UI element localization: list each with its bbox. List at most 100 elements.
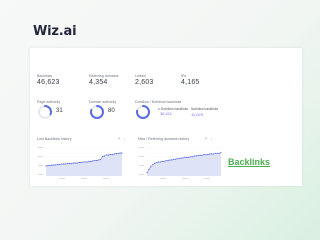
- data-point: [146, 172, 148, 174]
- data-point: [94, 159, 96, 162]
- data-point: [195, 155, 197, 157]
- data-point: [163, 160, 165, 162]
- data-point: [184, 156, 186, 158]
- data-point: [182, 157, 184, 159]
- data-point: [216, 152, 218, 154]
- data-point: [111, 153, 113, 156]
- data-point: [109, 153, 111, 156]
- data-point: [209, 153, 211, 155]
- data-point: [101, 155, 104, 158]
- data-point: [174, 158, 177, 160]
- data-point: [80, 161, 82, 164]
- data-point: [171, 159, 173, 161]
- data-point: [167, 160, 169, 162]
- data-point: [62, 163, 65, 165]
- data-point: [117, 152, 119, 155]
- data-point: [203, 154, 205, 156]
- legend-nofollow: Nofollow backlinks: [191, 107, 218, 111]
- y-tick-mark: [139, 165, 144, 166]
- chart-title-lost-backlinks: Lost Backlinks history: [37, 137, 72, 141]
- data-point: [205, 154, 207, 156]
- data-point: [113, 153, 115, 155]
- legend-value: 36,411: [160, 111, 172, 116]
- data-point: [60, 163, 63, 165]
- data-point: [49, 164, 51, 167]
- y-tick-mark: [38, 174, 43, 175]
- data-point: [197, 154, 199, 156]
- chart-toolbar-icon[interactable]: ↗ ↓: [117, 136, 126, 141]
- data-point: [96, 159, 98, 162]
- page-authority-gauge: [38, 105, 52, 119]
- data-point: [74, 162, 76, 164]
- y-tick-mark: [139, 156, 144, 157]
- data-point: [55, 164, 57, 166]
- data-point: [212, 153, 215, 155]
- data-point: [148, 168, 150, 170]
- data-point: [201, 154, 203, 156]
- gauge-value-page-authority: 31: [56, 108, 63, 114]
- stat-label: IPs: [181, 74, 187, 78]
- data-point: [57, 163, 59, 166]
- data-point: [103, 155, 106, 157]
- data-point: [186, 156, 188, 158]
- brand-logo: Wiz.ai: [33, 24, 77, 39]
- data-point: [190, 156, 192, 158]
- data-point: [51, 164, 53, 166]
- lost-backlinks-chart: [38, 147, 123, 179]
- data-point: [199, 154, 201, 156]
- x-tick-mark: [59, 178, 65, 179]
- domain-authority-gauge: [90, 105, 104, 119]
- x-tick-mark: [103, 178, 109, 179]
- data-point: [88, 160, 90, 163]
- data-point: [121, 152, 123, 154]
- data-point: [150, 166, 152, 168]
- data-point: [90, 160, 92, 163]
- series-area: [147, 152, 221, 176]
- stat-value: 46,623: [37, 79, 60, 86]
- data-point: [169, 159, 171, 161]
- data-point: [180, 157, 182, 159]
- data-point: [72, 162, 74, 164]
- data-point: [59, 163, 61, 166]
- data-point: [176, 158, 178, 160]
- data-point: [220, 152, 222, 154]
- data-point: [84, 161, 86, 163]
- data-point: [214, 152, 216, 154]
- chart-toolbar-icon[interactable]: ↗ ↓: [204, 136, 213, 141]
- data-point: [152, 164, 154, 166]
- stat-linked: Linked 2,603: [135, 74, 185, 86]
- backlinks-link[interactable]: Backlinks: [228, 157, 270, 167]
- data-point: [155, 162, 158, 164]
- data-point: [66, 162, 69, 165]
- y-tick-mark: [139, 174, 144, 175]
- data-point: [157, 161, 159, 163]
- x-tick-mark: [160, 178, 166, 179]
- data-point: [161, 160, 163, 162]
- data-point: [193, 155, 196, 157]
- x-tick-mark: [182, 178, 188, 179]
- stat-value: 2,603: [135, 79, 154, 86]
- data-point: [99, 158, 102, 161]
- data-point: [82, 161, 84, 163]
- data-point: [68, 162, 70, 165]
- stat-label: Linked: [135, 74, 146, 78]
- stat-label: Referring domains: [89, 74, 119, 78]
- data-point: [207, 154, 209, 156]
- y-tick-mark: [38, 156, 43, 157]
- data-point: [191, 156, 194, 158]
- data-point: [86, 161, 88, 163]
- data-point: [165, 160, 167, 162]
- y-tick-mark: [139, 147, 144, 148]
- y-tick-mark: [38, 165, 43, 166]
- data-point: [159, 161, 161, 163]
- stat-backlinks: Backlinks 46,623: [37, 74, 87, 86]
- y-tick-mark: [38, 147, 43, 148]
- data-point: [105, 154, 108, 156]
- data-point: [218, 152, 220, 154]
- gauge-value-domain-authority: 80: [108, 108, 115, 114]
- data-point: [210, 153, 213, 155]
- data-point: [119, 152, 121, 154]
- data-point: [178, 158, 180, 160]
- stat-ips: IPs 4,165: [181, 74, 231, 86]
- data-point: [107, 154, 109, 156]
